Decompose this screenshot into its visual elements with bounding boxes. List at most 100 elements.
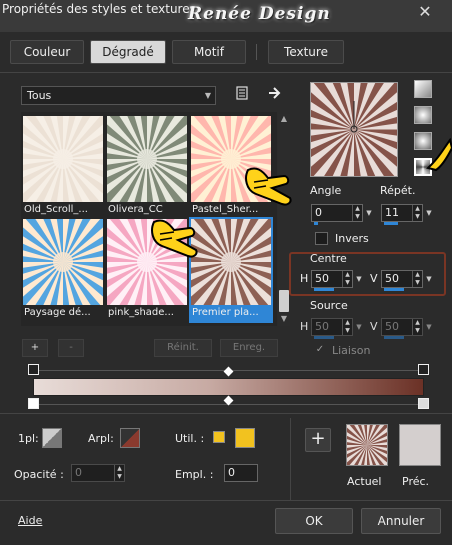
centre-v-slider[interactable] [384, 288, 404, 291]
pointing-hand-icon [426, 138, 452, 172]
save-gradient-button[interactable]: Enreg. [220, 339, 278, 357]
sunburst-preview-icon [23, 219, 103, 305]
arrow-right-icon[interactable] [266, 86, 284, 104]
start-stop-marker[interactable] [28, 364, 39, 375]
opacity-value: 0 [75, 466, 82, 479]
renee-design-logo: Renée Design [188, 4, 331, 24]
gradient-thumbnail[interactable]: Old_Scroll_... [21, 114, 105, 220]
divider [0, 72, 452, 73]
location-label: Empl. : [175, 468, 214, 481]
spin-arrows-icon[interactable]: ▲ ▼ [352, 205, 362, 221]
end-stop-marker[interactable] [418, 364, 429, 375]
spin-arrows-icon[interactable]: ▲ ▼ [342, 271, 352, 287]
thumbnail-label: Paysage dé... [24, 307, 91, 318]
spin-arrows-icon[interactable]: ▲ ▼ [412, 205, 422, 221]
centre-v-label: V [370, 272, 378, 285]
user-color-swatch[interactable] [235, 428, 255, 448]
gallery-scrollbar[interactable]: ▲ ▼ [278, 114, 290, 326]
centre-h-label: H [300, 272, 309, 285]
sunburst-preview-icon [107, 116, 187, 202]
source-v-dropdown-icon[interactable]: ▼ [423, 318, 435, 336]
remove-gradient-button[interactable]: - [58, 339, 84, 357]
add-gradient-button[interactable]: + [22, 339, 48, 357]
source-h-input[interactable]: 50 ▲ ▼ [311, 318, 353, 339]
location-input[interactable]: 0 [224, 464, 258, 482]
tab-separator [256, 44, 257, 60]
previous-swatch[interactable] [399, 424, 441, 466]
library-icon[interactable] [233, 86, 251, 104]
scroll-up-icon[interactable]: ▲ [278, 114, 290, 124]
source-h-label: H [300, 320, 309, 333]
style-rectangular-button[interactable] [414, 106, 432, 124]
pointing-hand-icon [151, 219, 198, 258]
thumbnail-label: Old_Scroll_... [24, 204, 88, 215]
scroll-down-icon[interactable]: ▼ [278, 314, 290, 324]
start-color-stop[interactable] [28, 398, 39, 409]
ok-button[interactable]: OK [275, 508, 353, 534]
thumbnail-label: pink_shade... [108, 307, 174, 318]
centre-h-slider[interactable] [314, 288, 334, 291]
help-link[interactable]: Aide [18, 514, 42, 527]
bg-label: Arpl: [88, 432, 114, 445]
opacity-input[interactable]: 0 ▲ ▼ [71, 464, 125, 482]
source-v-input[interactable]: 50 ▲ ▼ [381, 318, 423, 339]
centre-label: Centre [310, 252, 347, 265]
sunburst-preview-icon [191, 219, 271, 305]
current-label: Actuel [347, 475, 382, 488]
spin-arrows-icon[interactable]: ▲ ▼ [114, 465, 124, 481]
location-value: 0 [228, 466, 235, 479]
source-label: Source [310, 299, 348, 312]
source-h-dropdown-icon[interactable]: ▼ [353, 318, 365, 336]
gradient-thumbnail[interactable]: Paysage dé... [21, 217, 105, 323]
end-color-stop[interactable] [418, 398, 429, 409]
angle-dropdown-icon[interactable]: ▼ [363, 204, 375, 222]
source-v-label: V [370, 320, 378, 333]
centre-h-value: 50 [315, 272, 329, 285]
source-v-slider[interactable] [384, 336, 404, 339]
spin-arrows-icon[interactable]: ▲ ▼ [412, 271, 422, 287]
link-checkbox[interactable]: ✓ [314, 344, 326, 356]
tab-couleur[interactable]: Couleur [10, 40, 84, 64]
category-value: Tous [27, 89, 52, 102]
reset-button[interactable]: Réinit. [154, 339, 212, 357]
centre-v-dropdown-icon[interactable]: ▼ [423, 270, 435, 288]
repeat-dropdown-icon[interactable]: ▼ [423, 204, 435, 222]
gradient-preview[interactable] [250, 26, 452, 233]
centre-h-input[interactable]: 50 ▲ ▼ [311, 270, 353, 291]
fg-label: 1pl: [18, 432, 39, 445]
add-swatch-button[interactable]: + [305, 428, 331, 452]
invert-label: Invers [335, 232, 369, 245]
cancel-button[interactable]: Annuler [361, 508, 441, 534]
midpoint-marker[interactable] [223, 366, 234, 377]
tab-degrade[interactable]: Dégradé [90, 40, 166, 64]
tab-texture[interactable]: Texture [268, 40, 344, 64]
spin-arrows-icon[interactable]: ▲ ▼ [412, 319, 422, 335]
close-button[interactable]: ✕ [414, 2, 436, 22]
centre-v-value: 50 [385, 272, 399, 285]
current-swatch[interactable] [346, 424, 388, 466]
user-color-small[interactable] [213, 431, 225, 443]
angle-slider[interactable] [314, 222, 318, 225]
tab-motif[interactable]: Motif [172, 40, 246, 64]
style-linear-button[interactable] [414, 80, 432, 98]
spin-arrows-icon[interactable]: ▲ ▼ [342, 319, 352, 335]
scroll-thumb[interactable] [279, 290, 289, 312]
repeat-value: 11 [385, 206, 399, 219]
divider [290, 418, 291, 500]
invert-checkbox[interactable] [315, 232, 328, 245]
angle-value: 0 [315, 206, 322, 219]
gradient-bar[interactable] [33, 378, 424, 396]
link-label: Liaison [332, 344, 371, 357]
bg-color-swatch[interactable] [120, 428, 140, 448]
category-select[interactable]: Tous ▼ [21, 86, 216, 105]
centre-h-dropdown-icon[interactable]: ▼ [353, 270, 365, 288]
fg-color-swatch[interactable] [42, 428, 62, 448]
angle-input[interactable]: 0 ▲ ▼ [311, 204, 363, 225]
gradient-thumbnail[interactable]: Olivera_CC [105, 114, 189, 220]
window-title: Propriétés des styles et textures [2, 2, 196, 16]
repeat-slider[interactable] [384, 222, 398, 225]
centre-v-input[interactable]: 50 ▲ ▼ [381, 270, 423, 291]
source-h-slider[interactable] [314, 336, 334, 339]
pointing-hand-icon [245, 167, 292, 206]
repeat-input[interactable]: 11 ▲ ▼ [381, 204, 423, 225]
